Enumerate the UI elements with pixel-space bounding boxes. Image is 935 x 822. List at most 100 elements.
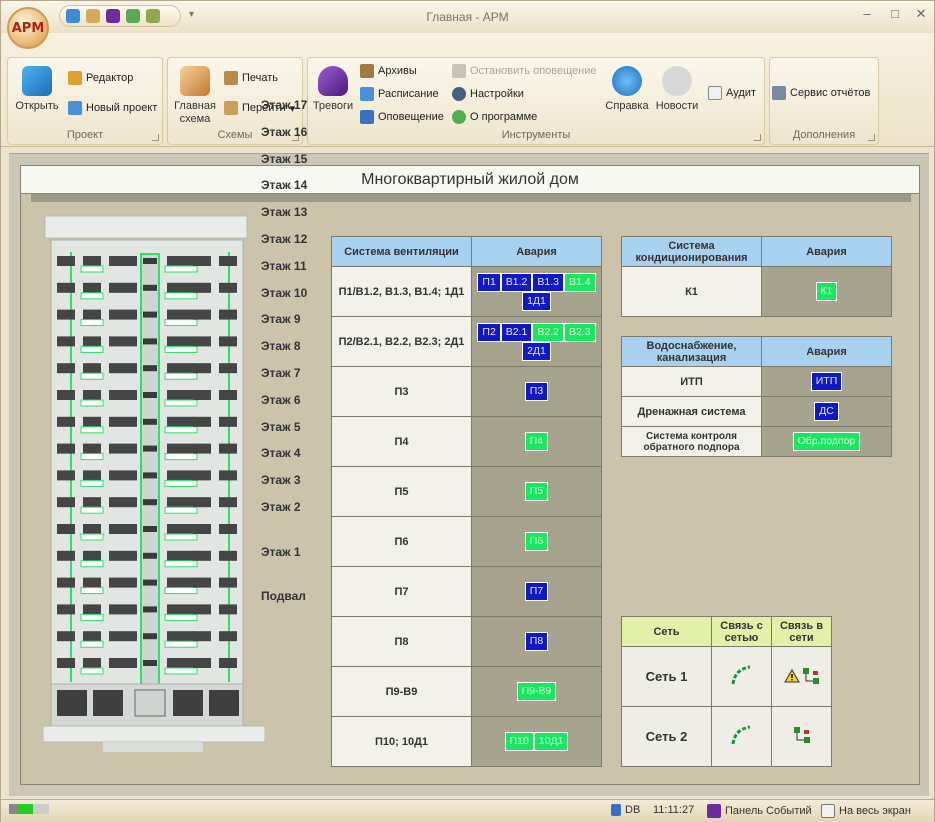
ventilation-row-alarm: П1 В1.2 В1.3 В1.4 1Д1 — [471, 266, 602, 317]
water-row: Дренажная система ДС — [621, 396, 892, 427]
ventilation-row: П10; 10Д1 П10 10Д1 — [331, 716, 602, 767]
building-balcony — [80, 479, 104, 487]
floor-label: Этаж 1 — [261, 545, 301, 559]
alarm-badge[interactable]: В2.3 — [564, 322, 596, 342]
water-row: Система контроля обратного подпора Обр.по… — [621, 426, 892, 457]
building-window — [57, 658, 75, 668]
building-window — [109, 309, 137, 320]
building-window — [83, 416, 101, 427]
ventilation-row-alarm: П2 В2.1 В2.2 В2.3 2Д1 — [471, 316, 602, 367]
network-link-status[interactable] — [711, 706, 772, 767]
ventilation-row-name: П3 — [331, 366, 472, 417]
floor-label: Подвал — [261, 589, 306, 603]
alarm-badge[interactable]: В1.2 — [500, 272, 533, 292]
report-service-button[interactable]: Сервис отчётов — [772, 86, 870, 100]
maximize-button[interactable]: □ — [887, 6, 903, 21]
alarm-badge[interactable]: П10 — [504, 732, 534, 751]
building-balcony — [80, 560, 104, 568]
settings-button[interactable]: Настройки — [452, 87, 524, 101]
alarm-badge[interactable]: 2Д1 — [522, 341, 551, 361]
alarm-badge[interactable]: В2.1 — [500, 322, 533, 342]
building-window — [193, 309, 211, 320]
stairwell-window — [143, 526, 157, 532]
building-window — [109, 390, 137, 400]
alarm-badge[interactable]: В2.2 — [532, 322, 564, 342]
network-nodes-icon — [802, 668, 819, 684]
alarm-badge[interactable]: П8 — [524, 632, 549, 651]
archives-icon — [360, 64, 374, 78]
alarm-v-icon — [318, 66, 348, 96]
network-link-status[interactable] — [711, 646, 772, 707]
building-window — [109, 470, 137, 481]
main-scheme-button[interactable]: Главная схема — [170, 66, 220, 126]
building-window — [109, 336, 137, 347]
dialog-launcher-icon[interactable] — [754, 134, 761, 141]
stop-notification-button[interactable]: Остановить оповещение — [452, 64, 597, 78]
alarm-badge[interactable]: П7 — [524, 582, 549, 601]
alarm-badge[interactable]: П1 — [477, 272, 501, 292]
audit-button[interactable]: Аудит — [708, 86, 756, 100]
building-window — [109, 443, 137, 454]
alarm-badge[interactable]: 10Д1 — [533, 732, 569, 751]
fullscreen-button[interactable]: На весь экран — [821, 804, 911, 818]
network-inner-status[interactable] — [771, 706, 832, 767]
building-window — [109, 256, 137, 266]
network-inner-status[interactable] — [771, 646, 832, 707]
ac-table: Система кондиционирования Авария К1 К1 — [621, 236, 892, 317]
app-logo[interactable]: АРМ — [7, 7, 49, 49]
archives-button[interactable]: Архивы — [360, 64, 417, 78]
ventilation-row: П3 П3 — [331, 366, 602, 417]
alarms-button[interactable]: Тревоги — [310, 66, 356, 113]
building-window — [167, 363, 195, 374]
dialog-launcher-icon[interactable] — [868, 134, 875, 141]
minimize-button[interactable]: – — [859, 6, 875, 21]
alarm-badge[interactable]: ДС — [814, 402, 839, 421]
alarm-badge[interactable]: ИТП — [810, 372, 843, 391]
building-window — [83, 577, 101, 588]
print-button[interactable]: Печать — [224, 71, 278, 85]
network-header-net: Сеть — [621, 616, 712, 647]
close-button[interactable]: ✕ — [913, 6, 929, 22]
stairwell-window — [143, 579, 157, 586]
alarm-badge[interactable]: К1 — [815, 282, 838, 301]
building-window — [83, 282, 101, 293]
alarm-badge[interactable]: П2 — [477, 322, 501, 342]
building-window — [167, 604, 195, 615]
water-row-alarm: Обр.подпор — [761, 426, 892, 457]
editor-button[interactable]: Редактор — [68, 71, 133, 85]
building-balcony — [164, 426, 198, 434]
building-window — [57, 604, 75, 615]
building-balcony — [164, 613, 198, 621]
alarm-badge[interactable]: П9-В9 — [516, 682, 557, 701]
ventilation-row-alarm: П4 — [471, 416, 602, 467]
building-illustration — [43, 212, 265, 760]
building-balcony — [164, 587, 198, 595]
new-project-button[interactable]: Новый проект — [68, 101, 157, 115]
building-window — [219, 336, 237, 347]
building-window — [193, 336, 211, 347]
open-icon — [22, 66, 52, 96]
connection-icon — [9, 804, 49, 814]
dialog-launcher-icon[interactable] — [152, 134, 159, 141]
building-window — [83, 363, 101, 374]
alarm-badge[interactable]: П3 — [524, 382, 549, 401]
editor-icon — [68, 71, 82, 85]
building-balcony — [164, 506, 198, 514]
alarm-badge[interactable]: П6 — [524, 532, 549, 551]
about-button[interactable]: О программе — [452, 110, 537, 124]
help-button[interactable]: Справка — [604, 66, 650, 113]
building-window — [167, 470, 195, 481]
ventilation-row: П8 П8 — [331, 616, 602, 667]
alarm-badge[interactable]: П4 — [524, 432, 549, 451]
events-panel-button[interactable]: Панель Событий — [707, 804, 812, 818]
alarm-badge[interactable]: В1.4 — [564, 272, 596, 292]
open-button[interactable]: Открыть — [12, 66, 62, 113]
alarm-badge[interactable]: Обр.подпор — [792, 432, 861, 451]
water-row-alarm: ДС — [761, 396, 892, 427]
notification-button[interactable]: Оповещение — [360, 110, 444, 124]
alarm-badge[interactable]: П5 — [524, 482, 549, 501]
news-button[interactable]: Новости — [654, 66, 700, 113]
alarm-badge[interactable]: В1.3 — [532, 272, 564, 292]
alarm-badge[interactable]: 1Д1 — [522, 291, 551, 311]
schedule-button[interactable]: Расписание — [360, 87, 439, 101]
